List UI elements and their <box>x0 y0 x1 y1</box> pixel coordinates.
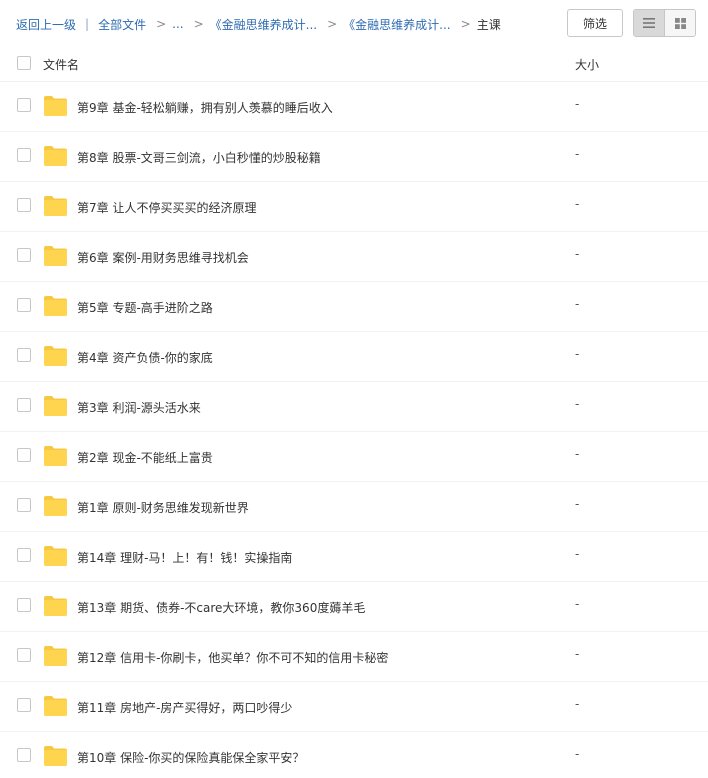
file-size: - <box>575 97 580 111</box>
file-name-link[interactable]: 第2章 现金-不能纸上富贵 <box>77 449 213 466</box>
file-size: - <box>575 397 580 411</box>
file-name-link[interactable]: 第7章 让人不停买买买的经济原理 <box>77 199 256 216</box>
file-row[interactable]: 第6章 案例-用财务思维寻找机会 - <box>0 232 708 282</box>
file-row[interactable]: 第4章 资产负债-你的家底 - <box>0 332 708 382</box>
file-size: - <box>575 697 580 711</box>
breadcrumb-item-course[interactable]: 《金融思维养成计... <box>210 16 317 33</box>
file-name-link[interactable]: 第8章 股票-文哥三剑流，小白秒懂的炒股秘籍 <box>77 149 321 166</box>
file-name-link[interactable]: 第4章 资产负债-你的家底 <box>77 349 213 366</box>
row-checkbox[interactable] <box>17 398 31 412</box>
file-name-link[interactable]: 第14章 理财-马！上！有！钱！实操指南 <box>77 549 292 566</box>
select-all-checkbox[interactable] <box>17 56 31 70</box>
filter-button[interactable]: 筛选 <box>567 9 623 37</box>
file-row[interactable]: 第12章 信用卡-你刷卡，他买单？你不可不知的信用卡秘密 - <box>0 632 708 682</box>
back-link[interactable]: 返回上一级 <box>16 16 76 33</box>
row-checkbox[interactable] <box>17 98 31 112</box>
file-name-link[interactable]: 第11章 房地产-房产买得好，两口吵得少 <box>77 699 292 716</box>
row-checkbox[interactable] <box>17 348 31 362</box>
list-icon <box>643 18 656 28</box>
view-toggle <box>633 9 696 37</box>
file-row[interactable]: 第11章 房地产-房产买得好，两口吵得少 - <box>0 682 708 732</box>
breadcrumb-arrow-icon: > <box>460 17 471 31</box>
breadcrumb-current: 主课 <box>476 17 501 32</box>
column-header-size[interactable]: 大小 <box>575 56 599 73</box>
file-row[interactable]: 第5章 专题-高手进阶之路 - <box>0 282 708 332</box>
breadcrumb-ellipsis[interactable]: ... <box>172 17 183 31</box>
row-checkbox[interactable] <box>17 448 31 462</box>
file-name-link[interactable]: 第12章 信用卡-你刷卡，他买单？你不可不知的信用卡秘密 <box>77 649 388 666</box>
row-checkbox[interactable] <box>17 248 31 262</box>
breadcrumb-arrow-icon: > <box>156 17 167 31</box>
folder-icon[interactable] <box>43 495 68 517</box>
file-size: - <box>575 547 580 561</box>
column-header-name[interactable]: 文件名 <box>43 56 79 73</box>
breadcrumb-item-subcourse[interactable]: 《金融思维养成计... <box>343 16 450 33</box>
file-row[interactable]: 第10章 保险-你买的保险真能保全家平安？ - <box>0 732 708 778</box>
folder-icon[interactable] <box>43 695 68 717</box>
row-checkbox[interactable] <box>17 548 31 562</box>
breadcrumb-arrow-icon: > <box>193 17 204 31</box>
file-row[interactable]: 第2章 现金-不能纸上富贵 - <box>0 432 708 482</box>
file-size: - <box>575 147 580 161</box>
file-row[interactable]: 第9章 基金-轻松躺赚，拥有别人羡慕的睡后收入 - <box>0 82 708 132</box>
file-row[interactable]: 第14章 理财-马！上！有！钱！实操指南 - <box>0 532 708 582</box>
file-row[interactable]: 第1章 原则-财务思维发现新世界 - <box>0 482 708 532</box>
breadcrumb-separator: | <box>85 17 90 31</box>
file-row[interactable]: 第8章 股票-文哥三剑流，小白秒懂的炒股秘籍 - <box>0 132 708 182</box>
folder-icon[interactable] <box>43 395 68 417</box>
file-row[interactable]: 第3章 利润-源头活水来 - <box>0 382 708 432</box>
file-size: - <box>575 447 580 461</box>
file-size: - <box>575 497 580 511</box>
file-size: - <box>575 347 580 361</box>
file-list: 第9章 基金-轻松躺赚，拥有别人羡慕的睡后收入 - 第8章 股票-文哥三剑流，小白秒… <box>0 82 708 778</box>
breadcrumb: 返回上一级 | 全部文件 > ... > 《金融思维养成计... > 《金融思维… <box>16 16 501 32</box>
toolbar: 返回上一级 | 全部文件 > ... > 《金融思维养成计... > 《金融思维… <box>0 0 708 46</box>
row-checkbox[interactable] <box>17 148 31 162</box>
folder-icon[interactable] <box>43 245 68 267</box>
folder-icon[interactable] <box>43 745 68 767</box>
file-name-link[interactable]: 第10章 保险-你买的保险真能保全家平安？ <box>77 749 304 766</box>
folder-icon[interactable] <box>43 195 68 217</box>
file-name-link[interactable]: 第1章 原则-财务思维发现新世界 <box>77 499 249 516</box>
folder-icon[interactable] <box>43 545 68 567</box>
row-checkbox[interactable] <box>17 748 31 762</box>
all-files-link[interactable]: 全部文件 <box>98 16 146 33</box>
file-row[interactable]: 第13章 期货、债券-不care大环境，教你360度薅羊毛 - <box>0 582 708 632</box>
list-view-button[interactable] <box>634 10 665 36</box>
row-checkbox[interactable] <box>17 298 31 312</box>
file-name-link[interactable]: 第6章 案例-用财务思维寻找机会 <box>77 249 249 266</box>
file-name-link[interactable]: 第9章 基金-轻松躺赚，拥有别人羡慕的睡后收入 <box>77 99 333 116</box>
row-checkbox[interactable] <box>17 498 31 512</box>
grid-icon <box>674 17 686 29</box>
folder-icon[interactable] <box>43 295 68 317</box>
folder-icon[interactable] <box>43 145 68 167</box>
row-checkbox[interactable] <box>17 598 31 612</box>
file-size: - <box>575 297 580 311</box>
folder-icon[interactable] <box>43 595 68 617</box>
folder-icon[interactable] <box>43 445 68 467</box>
file-name-link[interactable]: 第13章 期货、债券-不care大环境，教你360度薅羊毛 <box>77 599 365 616</box>
folder-icon[interactable] <box>43 345 68 367</box>
breadcrumb-arrow-icon: > <box>327 17 338 31</box>
row-checkbox[interactable] <box>17 648 31 662</box>
file-size: - <box>575 597 580 611</box>
file-size: - <box>575 747 580 761</box>
list-header: 文件名 大小 <box>0 46 708 82</box>
folder-icon[interactable] <box>43 95 68 117</box>
row-checkbox[interactable] <box>17 198 31 212</box>
file-size: - <box>575 197 580 211</box>
file-size: - <box>575 247 580 261</box>
row-checkbox[interactable] <box>17 698 31 712</box>
file-row[interactable]: 第7章 让人不停买买买的经济原理 - <box>0 182 708 232</box>
file-size: - <box>575 647 580 661</box>
file-name-link[interactable]: 第5章 专题-高手进阶之路 <box>77 299 213 316</box>
file-name-link[interactable]: 第3章 利润-源头活水来 <box>77 399 201 416</box>
folder-icon[interactable] <box>43 645 68 667</box>
grid-view-button[interactable] <box>664 10 695 36</box>
